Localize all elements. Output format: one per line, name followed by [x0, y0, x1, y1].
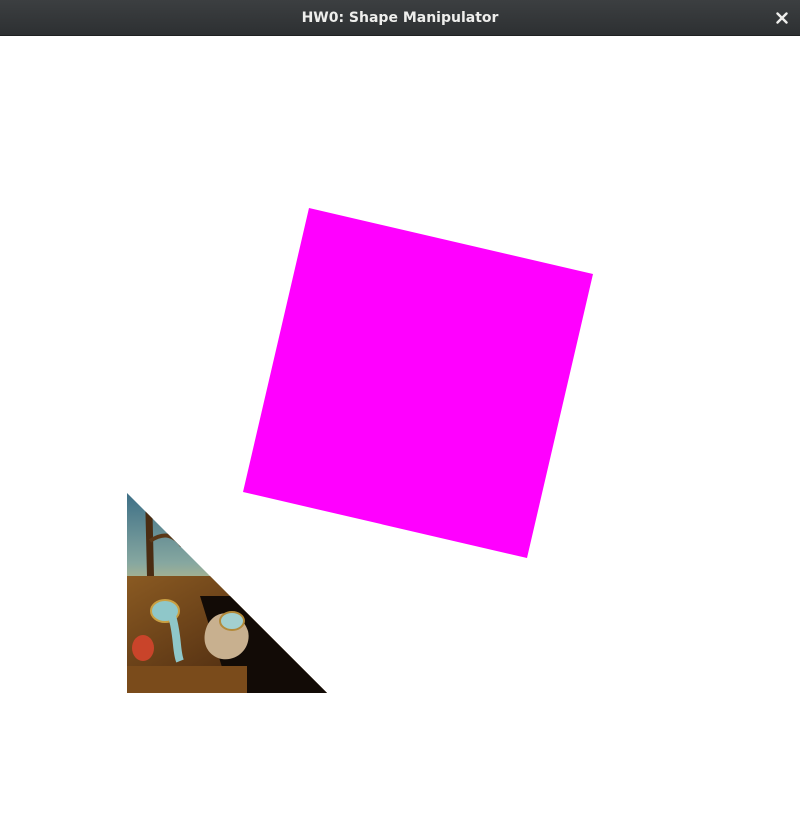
painting-ledge: [127, 666, 247, 693]
window-title: HW0: Shape Manipulator: [301, 10, 499, 26]
title-bar[interactable]: HW0: Shape Manipulator: [0, 0, 800, 36]
textured-triangle[interactable]: [127, 493, 327, 693]
drawing-canvas[interactable]: [0, 36, 800, 837]
magenta-square[interactable]: [243, 208, 593, 558]
painting-red-watch: [132, 635, 154, 661]
painting-melting-clock-2: [219, 611, 245, 631]
scene-svg: [127, 208, 593, 693]
close-icon: [776, 12, 788, 24]
close-button[interactable]: [770, 6, 794, 30]
app-window: HW0: Shape Manipulator: [0, 0, 800, 837]
